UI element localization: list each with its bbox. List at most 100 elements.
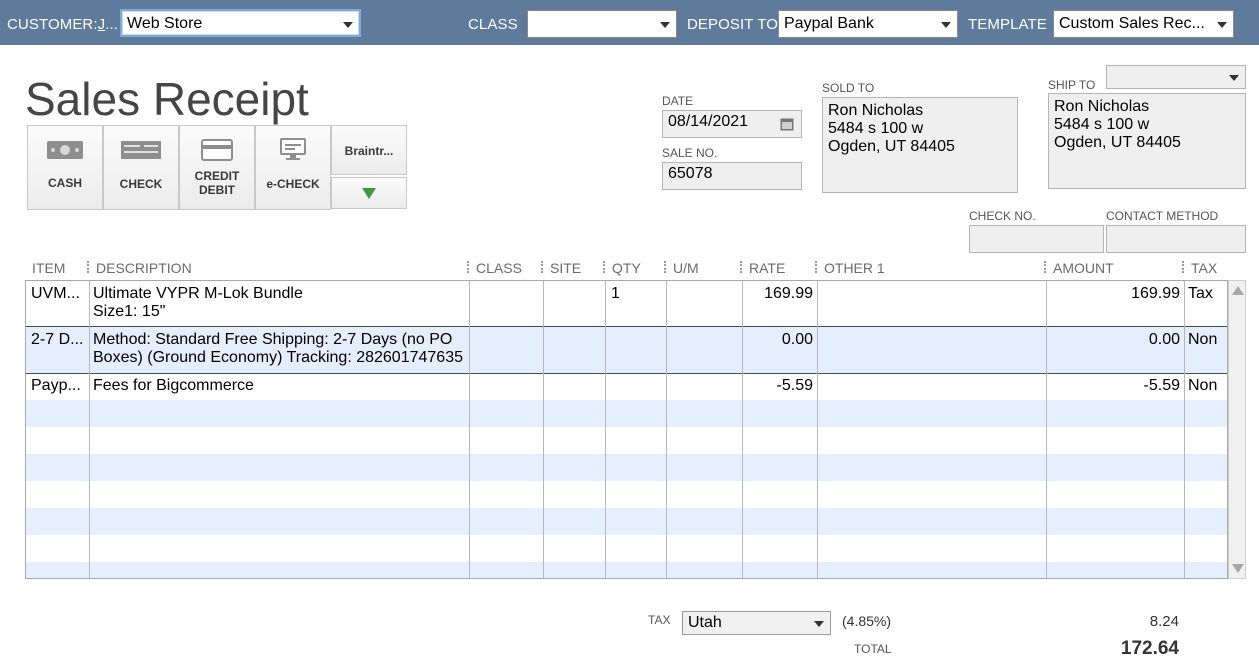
column-divider (605, 281, 606, 578)
template-dropdown[interactable]: Custom Sales Rec... (1053, 10, 1234, 38)
empty-row[interactable] (26, 508, 1227, 535)
sale-no-field[interactable]: 65078 (662, 162, 802, 190)
triangle-down-icon (362, 188, 376, 199)
header-bar: CUSTOMER:J... Web Store CLASS DEPOSIT TO… (0, 0, 1259, 45)
total-amount: 172.64 (1120, 638, 1179, 659)
column-divider (543, 281, 544, 578)
contact-method-field[interactable] (1106, 225, 1246, 253)
column-header-site[interactable]: SITE (550, 260, 581, 276)
column-header-tax[interactable]: TAX (1191, 260, 1217, 276)
cell-rate[interactable]: -5.59 (744, 377, 813, 395)
braintree-label: Braintr... (344, 144, 394, 158)
check-button[interactable]: CHECK (103, 125, 179, 210)
ship-to-line: Ogden, UT 84405 (1054, 134, 1181, 151)
column-resize-handle[interactable] (541, 261, 543, 273)
calendar-icon[interactable] (780, 117, 794, 131)
total-label: TOTAL (854, 642, 892, 656)
column-resize-handle[interactable] (467, 261, 469, 273)
cell-description[interactable]: Fees for Bigcommerce (93, 377, 254, 395)
deposit-to-label: DEPOSIT TO (687, 16, 779, 33)
cell-item[interactable]: 2-7 D... (31, 331, 87, 349)
tax-amount: 8.24 (1149, 613, 1179, 630)
credit-card-icon (201, 139, 233, 161)
scroll-up-icon[interactable] (1232, 286, 1244, 295)
sold-to-label: SOLD TO (822, 81, 875, 95)
cell-tax[interactable]: Non (1188, 331, 1217, 349)
empty-row[interactable] (26, 562, 1227, 578)
chevron-down-icon (1217, 22, 1227, 28)
customer-dropdown[interactable]: Web Store (120, 9, 361, 37)
column-resize-handle[interactable] (664, 261, 666, 273)
column-resize-handle[interactable] (740, 261, 742, 273)
column-header-description[interactable]: DESCRIPTION (96, 260, 192, 276)
cell-description[interactable]: Ultimate VYPR M-Lok Bundle (93, 285, 303, 303)
echeck-label: e-CHECK (266, 177, 320, 191)
column-header-item[interactable]: ITEM (32, 260, 65, 276)
class-dropdown[interactable] (527, 10, 677, 38)
tax-dropdown[interactable]: Utah (682, 611, 831, 635)
ship-to-address[interactable]: Ron Nicholas 5484 s 100 w Ogden, UT 8440… (1048, 93, 1246, 189)
tax-value: Utah (688, 614, 722, 631)
column-header-qty[interactable]: QTY (612, 260, 641, 276)
customer-label: CUSTOMER:J... (7, 16, 119, 33)
table-row[interactable]: UVM... Ultimate VYPR M-Lok Bundle Size1:… (26, 281, 1227, 327)
sold-to-line: Ron Nicholas (828, 102, 924, 119)
column-header-amount[interactable]: AMOUNT (1053, 260, 1114, 276)
cell-qty[interactable]: 1 (611, 285, 620, 303)
column-header-um[interactable]: U/M (673, 260, 699, 276)
deposit-to-dropdown[interactable]: Paypal Bank (778, 10, 958, 38)
column-divider (1184, 281, 1185, 578)
empty-row[interactable] (26, 400, 1227, 427)
table-row[interactable]: Payp... Fees for Bigcommerce -5.59 -5.59… (26, 373, 1227, 400)
column-resize-handle[interactable] (603, 261, 605, 273)
cell-item[interactable]: UVM... (31, 285, 87, 303)
credit-debit-button[interactable]: CREDIT DEBIT (179, 125, 255, 210)
page-title: Sales Receipt (25, 73, 309, 125)
chevron-down-icon (941, 22, 951, 28)
cell-amount[interactable]: -5.59 (1048, 377, 1180, 395)
cell-amount[interactable]: 0.00 (1048, 331, 1180, 349)
cell-tax[interactable]: Tax (1188, 285, 1213, 303)
sale-no-label: SALE NO. (662, 146, 718, 160)
table-row-selected[interactable]: 2-7 D... Method: Standard Free Shipping:… (26, 326, 1227, 374)
tax-rate: (4.85%) (842, 613, 892, 629)
cell-description[interactable]: Method: Standard Free Shipping: 2-7 Days… (93, 331, 452, 349)
cell-item[interactable]: Payp... (31, 377, 87, 395)
chevron-down-icon (814, 621, 824, 627)
cash-label: CASH (47, 176, 82, 190)
chevron-down-icon (1229, 75, 1239, 81)
empty-row[interactable] (26, 454, 1227, 481)
column-divider (742, 281, 743, 578)
line-items-table[interactable]: UVM... Ultimate VYPR M-Lok Bundle Size1:… (25, 280, 1228, 579)
column-header-class[interactable]: CLASS (476, 260, 522, 276)
braintree-button[interactable]: Braintr... (331, 125, 407, 175)
scroll-down-icon[interactable] (1232, 564, 1244, 573)
ship-to-dropdown[interactable] (1106, 65, 1246, 89)
check-no-label: CHECK NO. (969, 209, 1036, 223)
cash-button[interactable]: CASH (27, 125, 103, 210)
echeck-button[interactable]: e-CHECK (255, 125, 331, 210)
cell-rate[interactable]: 0.00 (744, 331, 813, 349)
date-value: 08/14/2021 (668, 113, 749, 130)
cell-rate[interactable]: 169.99 (744, 285, 813, 303)
column-resize-handle[interactable] (815, 261, 817, 273)
sold-to-address[interactable]: Ron Nicholas 5484 s 100 w Ogden, UT 8440… (822, 97, 1018, 193)
more-payments-button[interactable] (331, 177, 407, 209)
cell-description-line2[interactable]: Size1: 15" (93, 303, 165, 321)
column-divider (469, 281, 470, 578)
table-scrollbar[interactable] (1228, 280, 1246, 579)
cell-tax[interactable]: Non (1188, 377, 1217, 395)
cell-description-line2[interactable]: Boxes) (Ground Economy) Tracking: 282601… (93, 349, 463, 367)
check-no-field[interactable] (969, 225, 1104, 253)
date-label: DATE (662, 94, 694, 108)
ship-to-line: 5484 s 100 w (1054, 116, 1150, 133)
date-field[interactable]: 08/14/2021 (662, 110, 802, 138)
column-resize-handle[interactable] (87, 261, 89, 273)
column-resize-handle[interactable] (1044, 261, 1046, 273)
column-header-rate[interactable]: RATE (749, 260, 785, 276)
column-header-other1[interactable]: OTHER 1 (824, 260, 885, 276)
column-resize-handle[interactable] (1182, 261, 1184, 273)
cash-icon (47, 141, 83, 159)
tax-label: TAX (648, 613, 671, 627)
cell-amount[interactable]: 169.99 (1048, 285, 1180, 303)
